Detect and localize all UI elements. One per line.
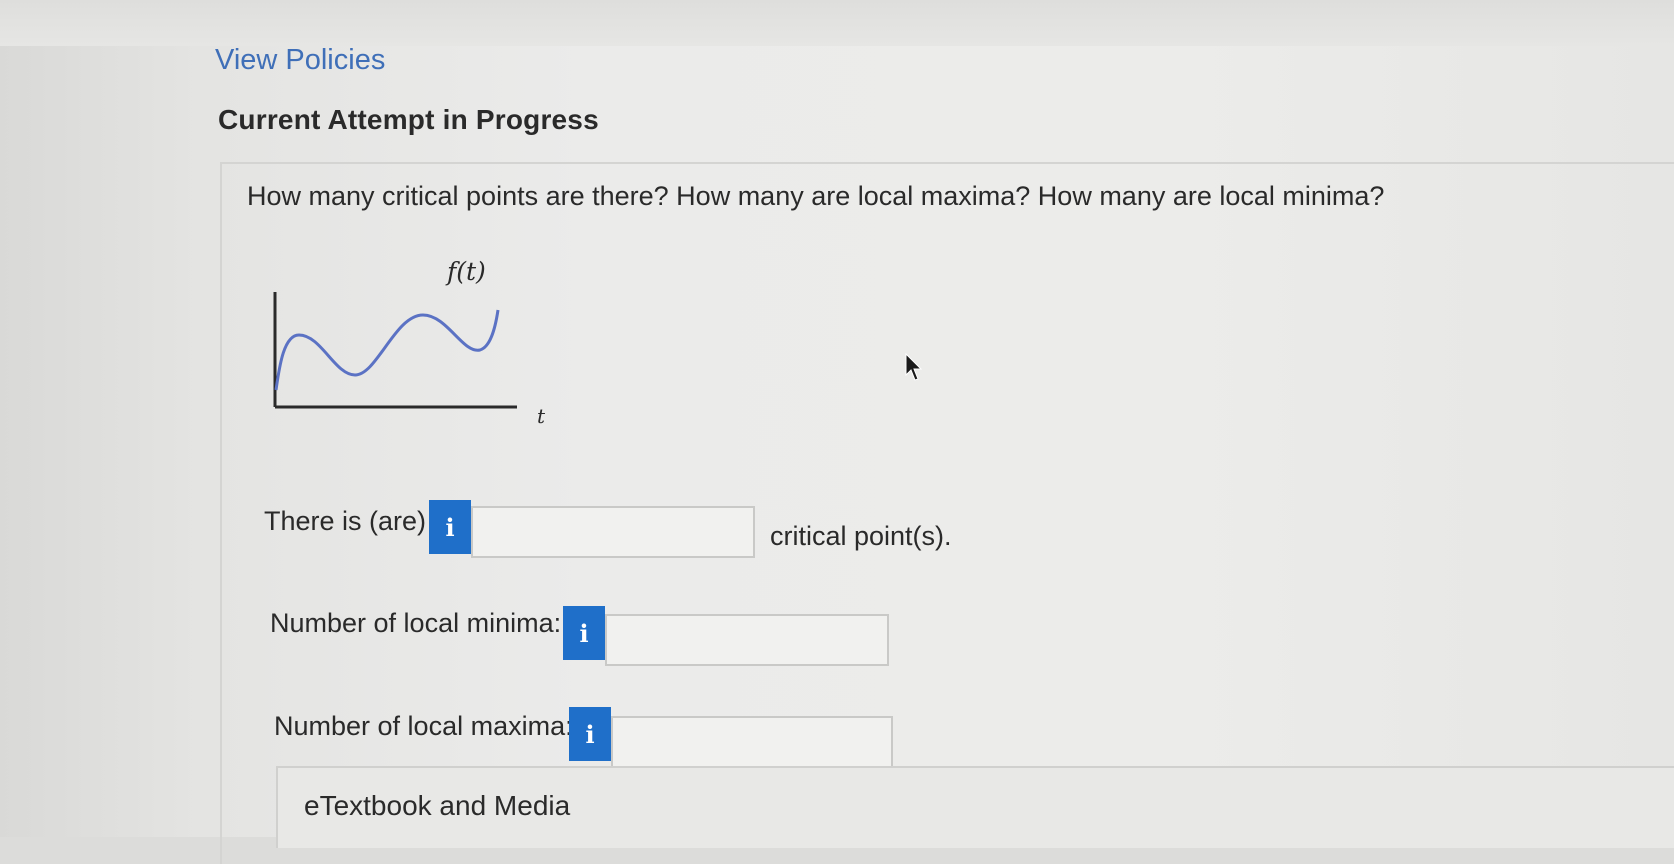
question-text: How many critical points are there? How … xyxy=(247,181,1385,211)
mouse-cursor-icon xyxy=(905,353,923,381)
critical-points-info-icon[interactable]: i xyxy=(429,500,471,554)
top-strip xyxy=(0,0,1674,46)
local-maxima-input[interactable] xyxy=(611,716,893,768)
attempt-heading: Current Attempt in Progress xyxy=(218,104,599,135)
view-policies-link[interactable]: View Policies xyxy=(215,44,385,77)
local-minima-input[interactable] xyxy=(605,614,889,666)
graph-y-label: f(t) xyxy=(445,257,486,286)
function-curve xyxy=(274,309,500,391)
local-minima-info-icon[interactable]: i xyxy=(563,606,605,660)
page: View Policies Current Attempt in Progres… xyxy=(0,0,1674,864)
local-maxima-info-icon[interactable]: i xyxy=(569,707,611,761)
critical-points-suffix: critical point(s). xyxy=(770,521,952,551)
graph-x-label: t xyxy=(537,404,546,428)
etextbook-media-link[interactable]: eTextbook and Media xyxy=(304,790,570,822)
function-graph: f(t) t xyxy=(273,257,546,428)
critical-points-prefix: There is (are) xyxy=(264,506,427,536)
local-maxima-label: Number of local maxima: xyxy=(274,711,573,741)
critical-points-input[interactable] xyxy=(471,506,755,558)
local-minima-label: Number of local minima: xyxy=(270,608,562,638)
